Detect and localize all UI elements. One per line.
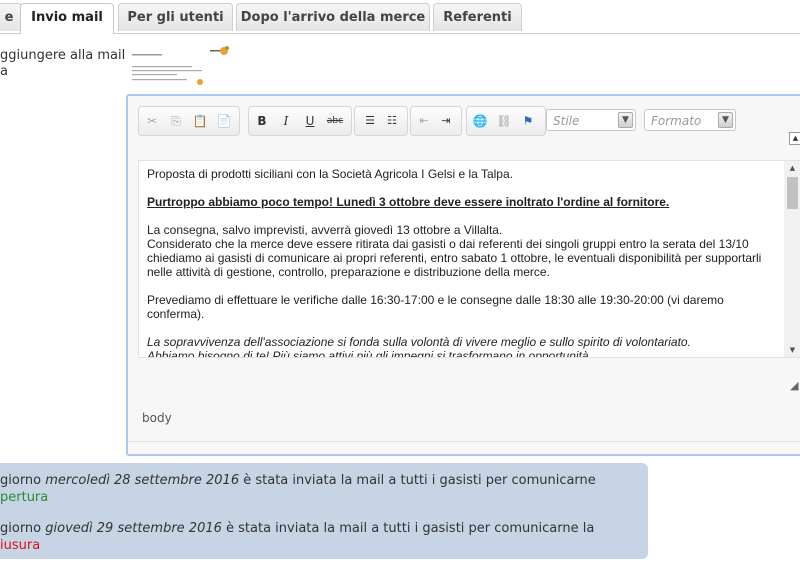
outdent-icon[interactable]: ⇤ bbox=[415, 112, 433, 130]
format-combo-value: Formato bbox=[651, 114, 702, 128]
email-paragraph: Proposta di prodotti siciliani con la So… bbox=[147, 167, 513, 181]
tab-referenti[interactable]: Referenti bbox=[433, 3, 522, 31]
clipboard-group: ✂ ⎘ 📋 📄 bbox=[138, 106, 240, 136]
paste-icon[interactable]: 📋 bbox=[191, 112, 209, 130]
editor-scrollbar[interactable]: ▲ ▼ bbox=[784, 161, 800, 357]
element-path[interactable]: body bbox=[142, 411, 172, 425]
format-group: B I U abc bbox=[248, 106, 352, 136]
numbered-list-icon[interactable]: ☰ bbox=[361, 112, 379, 130]
email-paragraph-closing: La sopravvivenza dell'associazione si fo… bbox=[147, 335, 777, 358]
format-combo[interactable]: Formato ▼ bbox=[644, 109, 736, 131]
paste-word-icon[interactable]: 📄 bbox=[215, 112, 233, 130]
email-body: Proposta di prodotti siciliani con la So… bbox=[139, 161, 800, 358]
resize-handle-icon[interactable]: ◢ bbox=[790, 380, 800, 392]
indent-group: ⇤ ⇥ bbox=[410, 106, 462, 136]
italic-icon[interactable]: I bbox=[277, 112, 295, 130]
attachment-label-line2: a bbox=[0, 64, 8, 79]
link-group: 🌐 ⛓ ⚑ bbox=[466, 106, 546, 136]
email-delivery-details: Considerato che la merce deve essere rit… bbox=[147, 237, 762, 279]
cut-icon[interactable]: ✂ bbox=[143, 112, 161, 130]
indent-icon[interactable]: ⇥ bbox=[437, 112, 455, 130]
notice-prefix: giorno bbox=[0, 473, 46, 488]
chevron-down-icon: ▼ bbox=[718, 112, 733, 128]
email-closing-line2: Abbiamo bisogno di te! Più siamo attivi … bbox=[147, 349, 589, 358]
anchor-flag-icon[interactable]: ⚑ bbox=[519, 112, 537, 130]
email-paragraph-schedule: Prevediamo di effettuare le verifiche da… bbox=[147, 293, 724, 321]
scroll-up-icon[interactable]: ▲ bbox=[784, 161, 800, 175]
tab-invio-mail[interactable]: Invio mail bbox=[20, 3, 114, 34]
bulleted-list-icon[interactable]: ☷ bbox=[383, 112, 401, 130]
email-delivery-line: La consegna, salvo imprevisti, avverrà g… bbox=[147, 223, 503, 237]
tab-previous[interactable]: e bbox=[0, 3, 22, 31]
strikethrough-icon[interactable]: abc bbox=[323, 112, 347, 130]
copy-icon[interactable]: ⎘ bbox=[167, 112, 185, 130]
notice-date: mercoledì 28 settembre 2016 bbox=[45, 473, 240, 488]
attachment-thumbnail[interactable] bbox=[130, 44, 230, 90]
bold-icon[interactable]: B bbox=[253, 112, 271, 130]
format-combo-group: Formato ▼ bbox=[642, 106, 738, 134]
style-combo-value: Stile bbox=[553, 114, 580, 128]
notice-line-close: giorno giovedì 29 settembre 2016 è stata… bbox=[0, 520, 594, 537]
list-group: ☰ ☷ bbox=[354, 106, 408, 136]
style-combo[interactable]: Stile ▼ bbox=[546, 109, 636, 131]
tab-bar: e Invio mail Per gli utenti Dopo l'arriv… bbox=[0, 0, 800, 34]
notice-date: giovedì 29 settembre 2016 bbox=[45, 521, 222, 536]
scroll-down-icon[interactable]: ▼ bbox=[784, 343, 800, 357]
scrollbar-thumb[interactable] bbox=[787, 177, 798, 209]
underline-icon[interactable]: U bbox=[301, 112, 319, 130]
notice-line-open: giorno mercoledì 28 settembre 2016 è sta… bbox=[0, 472, 596, 489]
chevron-down-icon: ▼ bbox=[618, 112, 633, 128]
notice-state-open: pertura bbox=[0, 490, 49, 505]
editor-content-area[interactable]: Proposta di prodotti siciliani con la So… bbox=[138, 160, 800, 358]
divider bbox=[128, 441, 800, 442]
tab-per-gli-utenti[interactable]: Per gli utenti bbox=[118, 3, 233, 31]
notice-text: è stata inviata la mail a tutti i gasist… bbox=[239, 473, 596, 488]
email-closing-line1: La sopravvivenza dell'associazione si fo… bbox=[147, 335, 691, 349]
notice-text: è stata inviata la mail a tutti i gasist… bbox=[221, 521, 595, 536]
rich-text-editor: ✂ ⎘ 📋 📄 B I U abc ☰ ☷ ⇤ ⇥ 🌐 ⛓ ⚑ Stile ▼ bbox=[126, 94, 800, 456]
attachment-label: ggiungere alla mail a bbox=[0, 48, 125, 80]
tab-dopo-arrivo-merce[interactable]: Dopo l'arrivo della merce bbox=[236, 3, 430, 31]
email-urgent-paragraph: Purtroppo abbiamo poco tempo! Lunedì 3 o… bbox=[147, 195, 670, 209]
style-group: Stile ▼ bbox=[544, 106, 638, 134]
link-icon[interactable]: 🌐 bbox=[471, 112, 489, 130]
unlink-icon[interactable]: ⛓ bbox=[495, 112, 513, 130]
mail-status-notice: giorno mercoledì 28 settembre 2016 è sta… bbox=[0, 463, 648, 559]
notice-prefix: giorno bbox=[0, 521, 46, 536]
attachment-label-line1: ggiungere alla mail bbox=[0, 48, 126, 63]
collapse-toolbar-button[interactable]: ▲ bbox=[789, 132, 800, 145]
email-paragraph-delivery: La consegna, salvo imprevisti, avverrà g… bbox=[147, 223, 777, 279]
notice-state-closed: iusura bbox=[0, 538, 41, 553]
